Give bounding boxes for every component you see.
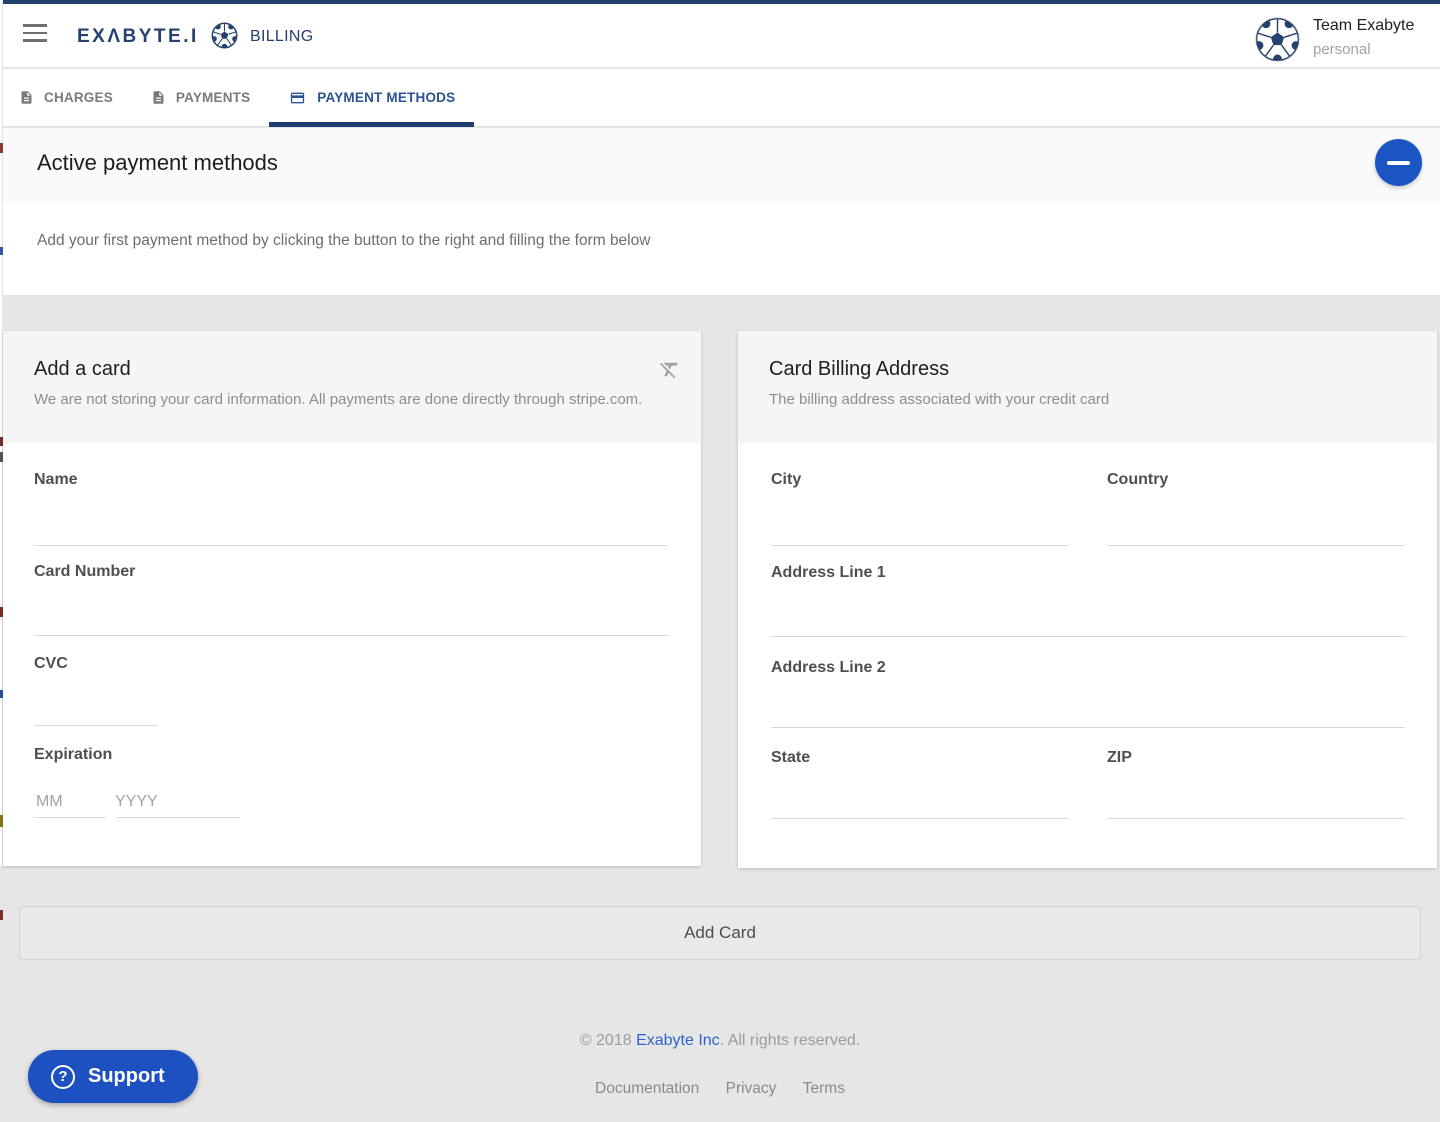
brand-soccer-ball-icon	[211, 22, 238, 49]
add-card-button[interactable]: Add Card	[19, 906, 1421, 960]
menu-icon[interactable]	[23, 24, 47, 46]
footer-links: Documentation Privacy Terms	[0, 1080, 1440, 1098]
country-label: Country	[1107, 471, 1168, 489]
minus-icon	[1387, 161, 1410, 165]
name-input[interactable]	[34, 545, 668, 546]
help-icon: ?	[51, 1065, 75, 1089]
expiration-year-placeholder: YYYY	[115, 793, 158, 811]
expiration-month-input[interactable]	[34, 817, 106, 818]
page-section-title: BILLING	[250, 28, 313, 46]
team-name: Team Exabyte	[1313, 17, 1414, 35]
card-number-input[interactable]	[34, 635, 668, 636]
billing-address-subtitle: The billing address associated with your…	[769, 391, 1404, 408]
zip-input[interactable]	[1107, 818, 1405, 819]
section-title: Active payment methods	[37, 150, 278, 176]
app-header: EXΛBYTE.I BILLING	[3, 4, 1440, 68]
tab-charges[interactable]: CHARGES	[3, 69, 132, 126]
billing-address-panel: Card Billing Address The billing address…	[738, 331, 1437, 868]
zip-label: ZIP	[1107, 749, 1132, 767]
team-avatar[interactable]	[1254, 16, 1301, 63]
cvc-label: CVC	[34, 655, 68, 673]
section-description-area: Add your first payment method by clickin…	[3, 203, 1440, 295]
document-icon	[19, 89, 34, 106]
address2-input[interactable]	[771, 727, 1405, 728]
brand-logo: EXΛBYTE.I	[77, 26, 199, 48]
card-number-label: Card Number	[34, 563, 135, 581]
cvc-input[interactable]	[34, 725, 158, 726]
city-label: City	[771, 471, 801, 489]
active-tab-indicator	[269, 122, 474, 127]
section-header: Active payment methods	[3, 128, 1440, 203]
add-card-title: Add a card	[34, 358, 668, 381]
add-card-form: Name Card Number CVC Expiration MM YYYY	[3, 443, 701, 866]
expiration-label: Expiration	[34, 746, 112, 764]
support-button[interactable]: ? Support	[28, 1050, 198, 1103]
address2-label: Address Line 2	[771, 659, 886, 677]
state-label: State	[771, 749, 810, 767]
add-card-subtitle: We are not storing your card information…	[34, 391, 668, 408]
section-description: Add your first payment method by clickin…	[37, 232, 650, 250]
city-input[interactable]	[771, 545, 1069, 546]
name-label: Name	[34, 471, 78, 489]
footer-link-terms[interactable]: Terms	[803, 1080, 845, 1097]
document-icon	[151, 89, 166, 106]
copyright: © 2018 Exabyte Inc. All rights reserved.	[0, 1032, 1440, 1050]
billing-tabs: CHARGES PAYMENTS PAYMENT METHODS	[3, 69, 1440, 127]
country-input[interactable]	[1107, 545, 1405, 546]
clear-filter-icon[interactable]	[658, 358, 681, 381]
expiration-year-input[interactable]	[117, 817, 239, 818]
billing-address-title: Card Billing Address	[769, 358, 1404, 381]
credit-card-icon	[288, 90, 307, 106]
footer-link-documentation[interactable]: Documentation	[595, 1080, 699, 1097]
billing-address-panel-header: Card Billing Address The billing address…	[738, 331, 1437, 443]
address1-label: Address Line 1	[771, 564, 886, 582]
footer-link-privacy[interactable]: Privacy	[726, 1080, 777, 1097]
tab-payment-methods[interactable]: PAYMENT METHODS	[269, 69, 474, 126]
billing-address-form: City Country Address Line 1 Address Line…	[738, 443, 1437, 866]
address1-input[interactable]	[771, 636, 1405, 637]
team-type: personal	[1313, 41, 1371, 58]
collapse-button[interactable]	[1375, 139, 1422, 186]
add-card-panel-header: Add a card We are not storing your card …	[3, 331, 701, 443]
company-link[interactable]: Exabyte Inc	[636, 1032, 720, 1049]
add-card-panel: Add a card We are not storing your card …	[3, 331, 701, 866]
expiration-month-placeholder: MM	[36, 793, 63, 811]
tab-payments[interactable]: PAYMENTS	[132, 69, 269, 126]
state-input[interactable]	[771, 818, 1069, 819]
